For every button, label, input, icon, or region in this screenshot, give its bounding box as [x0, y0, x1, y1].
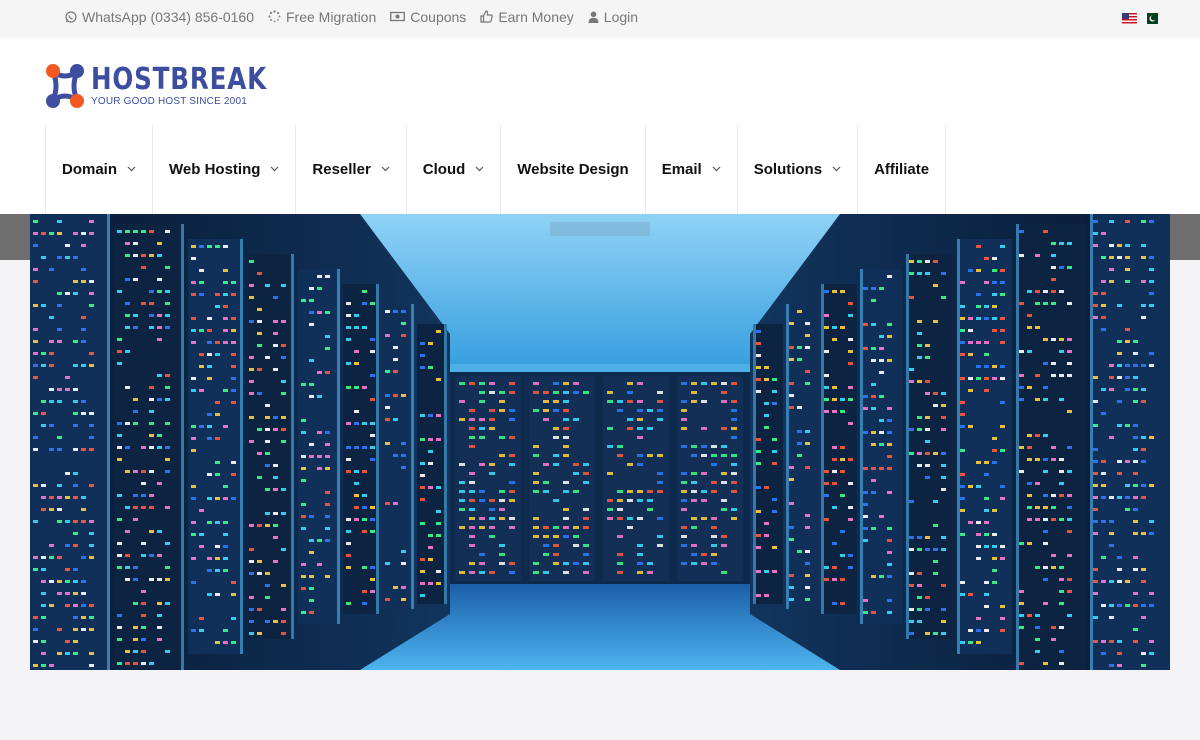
whatsapp-link[interactable]: WhatsApp (0334) 856-0160 — [65, 9, 254, 25]
nav-item-cloud[interactable]: Cloud — [405, 124, 501, 214]
hero-banner — [30, 214, 1170, 670]
us-flag-icon[interactable] — [1122, 13, 1137, 24]
main-nav: Domain Web Hosting Reseller Cloud Websit… — [45, 124, 947, 214]
nav-label: Email — [661, 160, 702, 178]
whatsapp-icon — [65, 10, 77, 23]
chevron-down-icon — [832, 166, 841, 172]
chevron-down-icon — [270, 166, 279, 172]
chevron-down-icon — [475, 166, 484, 172]
nav-item-website-design[interactable]: Website Design — [500, 124, 644, 214]
nav-label: Website Design — [517, 160, 629, 178]
nav-label: Reseller — [312, 160, 371, 178]
nav-item-email[interactable]: Email — [644, 124, 737, 214]
login-link[interactable]: Login — [588, 9, 638, 25]
pk-flag-icon[interactable] — [1143, 13, 1158, 24]
coupons-label: Coupons — [410, 8, 467, 25]
chevron-down-icon — [127, 166, 136, 172]
free-migration-label: Free Migration — [286, 8, 377, 25]
nav-item-domain[interactable]: Domain — [45, 124, 152, 214]
nav-label: Affiliate — [874, 160, 930, 178]
spinner-icon — [268, 10, 281, 23]
nav-label: Web Hosting — [169, 160, 261, 178]
nav-item-web-hosting[interactable]: Web Hosting — [152, 124, 295, 214]
earn-money-link[interactable]: Earn Money — [480, 8, 574, 25]
nav-label: Solutions — [753, 160, 823, 178]
earn-money-label: Earn Money — [498, 8, 574, 25]
logo-mark-icon — [46, 64, 84, 108]
chevron-down-icon — [712, 166, 721, 172]
nav-label: Domain — [62, 160, 118, 178]
nav-item-reseller[interactable]: Reseller — [295, 124, 405, 214]
free-migration-link[interactable]: Free Migration — [268, 9, 376, 25]
data-center-image — [30, 214, 1170, 670]
whatsapp-label: WhatsApp (0334) 856-0160 — [82, 8, 254, 25]
top-bar: WhatsApp (0334) 856-0160 Free Migration … — [0, 0, 1200, 38]
nav-item-solutions[interactable]: Solutions — [736, 124, 857, 214]
nav-label: Cloud — [422, 160, 466, 178]
nav-item-affiliate[interactable]: Affiliate — [857, 124, 947, 214]
user-icon — [588, 11, 599, 23]
money-icon — [390, 11, 406, 22]
language-flags — [1122, 13, 1158, 24]
coupons-link[interactable]: Coupons — [390, 9, 466, 25]
hostbreak-logo[interactable]: HOSTBREAK YOUR GOOD HOST SINCE 2001 — [45, 62, 291, 110]
chevron-down-icon — [381, 166, 390, 172]
site-header: HOSTBREAK YOUR GOOD HOST SINCE 2001 Doma… — [0, 38, 1200, 214]
logo-tagline: YOUR GOOD HOST SINCE 2001 — [91, 95, 247, 107]
login-label: Login — [603, 8, 639, 25]
logo-name: HOSTBREAK — [91, 61, 267, 97]
content-area — [30, 670, 1170, 740]
top-links: WhatsApp (0334) 856-0160 Free Migration … — [65, 0, 638, 33]
thumbs-up-icon — [480, 10, 494, 23]
